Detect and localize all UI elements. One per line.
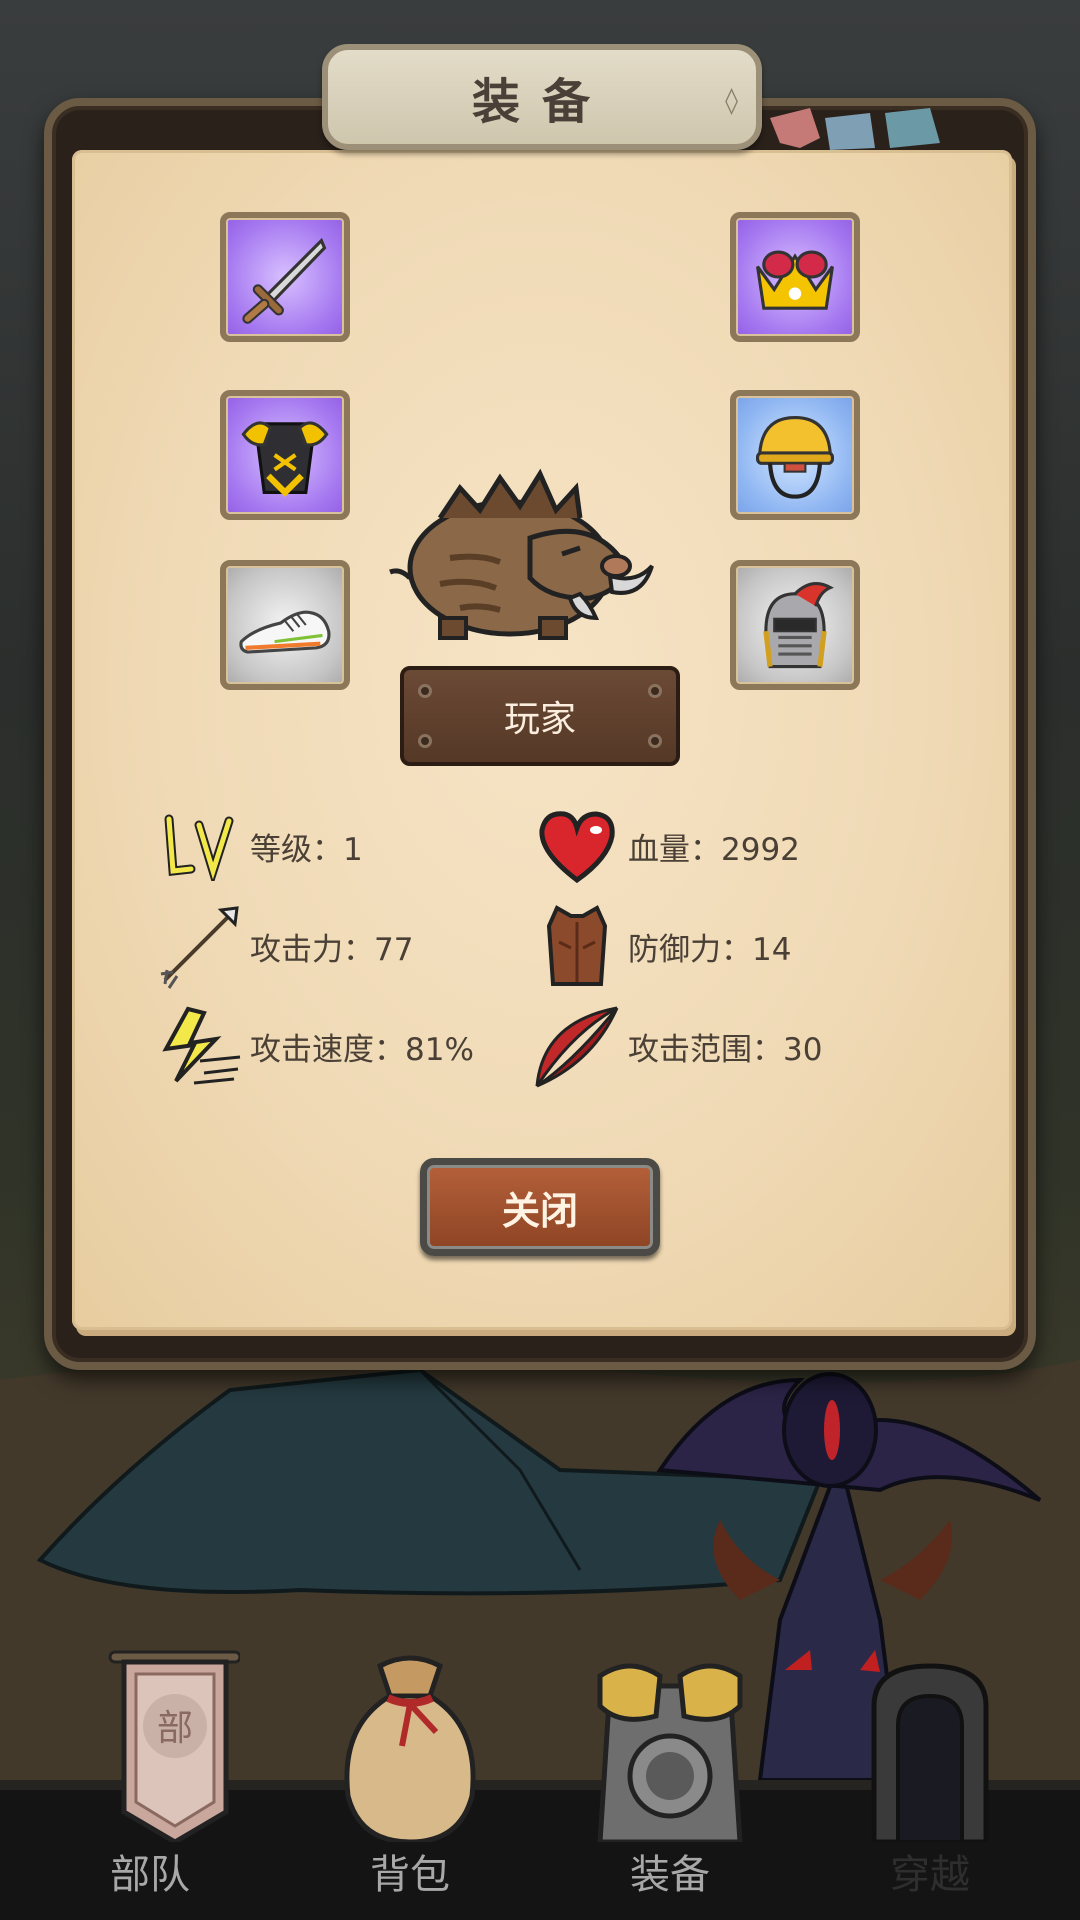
- nav-label-travel: 穿越: [890, 1852, 970, 1898]
- equip-slot-shoes[interactable]: [220, 560, 350, 690]
- leather-vest-icon: [546, 905, 608, 986]
- equip-slot-armor[interactable]: [220, 390, 350, 520]
- crescent-blade-icon: [535, 1006, 619, 1088]
- close-button[interactable]: 关闭: [420, 1158, 660, 1256]
- heart-icon: [539, 811, 615, 884]
- portal-icon: [871, 1663, 989, 1842]
- stat-attack-text: 攻击力：77: [250, 931, 414, 968]
- stat-attack-range-text: 攻击范围：30: [628, 1031, 823, 1068]
- diamond-icon: ◊: [725, 86, 738, 116]
- knight-helmet-icon: [763, 582, 834, 669]
- level-icon: [164, 814, 234, 881]
- banner-icon: 部: [108, 1650, 240, 1842]
- stat-hp: 血量：2992: [532, 806, 800, 886]
- sneaker-icon: [239, 610, 331, 654]
- equip-slot-weapon[interactable]: [220, 212, 350, 342]
- sword-icon: [242, 237, 327, 324]
- nav-item-equipment[interactable]: 装备: [535, 1646, 805, 1920]
- nav-label-equipment: 装备: [630, 1852, 710, 1898]
- armor-icon: [597, 1663, 743, 1842]
- panel-title: 装备: [471, 74, 612, 130]
- boar-icon: [389, 468, 654, 640]
- nav-item-troops[interactable]: 部 部队: [15, 1646, 285, 1920]
- stat-attack: 攻击力：77: [154, 906, 414, 989]
- rivet: [648, 684, 662, 698]
- crown-icon: [756, 250, 834, 310]
- hard-hat-icon: [756, 415, 834, 499]
- equip-slot-headgear[interactable]: [730, 560, 860, 690]
- nav-item-bag[interactable]: 背包: [275, 1646, 545, 1920]
- stat-attack-speed-text: 攻击速度：81%: [250, 1031, 474, 1068]
- stat-defense: 防御力：14: [532, 905, 792, 986]
- golden-armor-icon: [241, 421, 329, 497]
- rivet: [418, 684, 432, 698]
- nav-label-troops: 部队: [110, 1852, 190, 1898]
- banner-badge-text: 部: [157, 1708, 193, 1749]
- player-name-plate: 玩家: [400, 666, 680, 766]
- close-button-label: 关闭: [501, 1188, 578, 1233]
- panel-title-plate: 装备 ◊: [322, 44, 762, 150]
- stat-defense-text: 防御力：14: [628, 931, 792, 968]
- stat-attack-speed: 攻击速度：81%: [154, 1006, 474, 1086]
- decorative-flags: [770, 108, 940, 150]
- stat-level: 等级：1: [154, 806, 363, 886]
- nav-item-travel[interactable]: 穿越: [795, 1646, 1065, 1920]
- equip-slot-helmet[interactable]: [730, 390, 860, 520]
- nav-label-bag: 背包: [370, 1852, 450, 1898]
- equip-slot-accessory[interactable]: [730, 212, 860, 342]
- stat-level-text: 等级：1: [250, 831, 363, 868]
- rivet: [418, 734, 432, 748]
- lightning-icon: [162, 1006, 241, 1085]
- rivet: [648, 734, 662, 748]
- arrow-icon: [160, 906, 239, 989]
- bag-icon: [344, 1655, 476, 1842]
- stat-hp-text: 血量：2992: [628, 831, 800, 868]
- stat-attack-range: 攻击范围：30: [532, 1006, 823, 1088]
- player-name: 玩家: [503, 699, 576, 740]
